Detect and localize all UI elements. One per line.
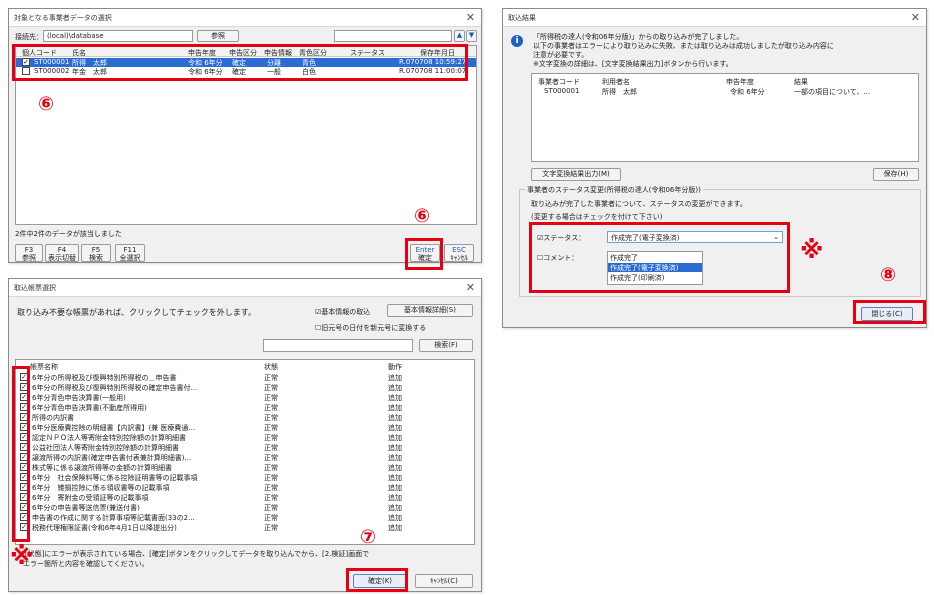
form-list[interactable]: 帳票名称 状態 動作 ✓ 6年分の所得税及び復興特別所得税の＿申告書 正常 追加 ✓ 6年…: [15, 359, 475, 545]
col-header: 利用者名: [602, 78, 630, 86]
table-row[interactable]: ✓ 6年分青色申告決算書(不動産所得用) 正常 追加: [16, 402, 474, 412]
fkey-label: 全選択: [119, 254, 141, 262]
table-row[interactable]: ✓ 6年分の申告書等送信票(兼送付書) 正常 追加: [16, 502, 474, 512]
table-row[interactable]: ✓ 所得の内訳書 正常 追加: [16, 412, 474, 422]
info-icon: i: [511, 35, 523, 47]
fkey-label: 参照: [22, 254, 36, 262]
fkey: F11: [123, 246, 137, 254]
convert-output-label: 文字変換結果出力(M): [542, 170, 610, 178]
window-title: 対象となる事業者データの選択: [14, 14, 112, 22]
fkey-label: 表示切替: [48, 254, 76, 262]
fkey: F3: [24, 246, 34, 254]
basic-detail-button[interactable]: 基本情報詳細(S): [387, 304, 473, 317]
group-label: 事業者のステータス変更(所得税の達人(令和06年分版)): [525, 185, 703, 195]
connection-field[interactable]: (local)\database: [43, 30, 193, 42]
close-icon[interactable]: ✕: [466, 11, 475, 24]
era-convert-checkbox[interactable]: ☐旧元号の日付を新元号に変換する: [315, 323, 426, 333]
f5-search-key[interactable]: F5 検索: [81, 244, 111, 262]
table-row[interactable]: ✓ 譲渡所得の内訳書(確定申告書付表兼計算明細書)... 正常 追加: [16, 452, 474, 462]
f11-select-all-key[interactable]: F11 全選択: [115, 244, 145, 262]
window-titlebar: 取込結果 ✕: [503, 9, 926, 27]
note-line: エラー箇所と内容を確認してください。: [23, 560, 149, 568]
note-line: ※[状態]にエラーが表示されている場合、[確定]ボタンをクリックしてデータを取り…: [19, 550, 370, 558]
result-list[interactable]: 事業者コード 利用者名 申告年度 結果 ST000001 所得 太郎 令和 6年…: [531, 73, 919, 162]
step-badge-8: ⑧: [880, 264, 897, 286]
close-icon[interactable]: ✕: [911, 11, 920, 24]
fkey: F5: [91, 246, 101, 254]
table-row[interactable]: ✓ 株式等に係る譲渡所得等の金額の計算明細書 正常 追加: [16, 462, 474, 472]
table-row[interactable]: ✓ 6年分青色申告決算書(一般用) 正常 追加: [16, 392, 474, 402]
table-row[interactable]: ✓ 認定ＮＰＯ法人等寄附金特別控除額の計算明細書 正常 追加: [16, 432, 474, 442]
save-label: 保存(H): [883, 170, 909, 178]
fkey-label: ｷｬﾝｾﾙ: [450, 254, 468, 262]
window-titlebar: 取込帳票選択 ✕: [9, 279, 481, 297]
highlight-rows: [12, 44, 468, 81]
search-button[interactable]: 検索(F): [419, 339, 473, 352]
f4-toggle-key[interactable]: F4 表示切替: [45, 244, 79, 262]
table-row[interactable]: ✓ 6年分医療費控除の明細書【内訳書】(兼 医療費通... 正常 追加: [16, 422, 474, 432]
convert-output-button[interactable]: 文字変換結果出力(M): [531, 168, 621, 181]
table-row[interactable]: ✓ 公益社団法人等寄附金特別控除額の計算明細書 正常 追加: [16, 442, 474, 452]
group-description: 取り込みが完了した事業者について、ステータスの変更ができます。: [531, 200, 747, 208]
cancel-label: ｷｬﾝｾﾙ(C): [430, 577, 458, 585]
row-action: 追加: [388, 524, 402, 532]
col-header: 事業者コード: [538, 78, 580, 86]
col-header: 申告年度: [726, 78, 754, 86]
step-badge-6: ⑥: [38, 93, 55, 115]
fkey: ESC: [452, 246, 466, 254]
table-row[interactable]: ✓ 6年分の所得税及び復興特別所得税の＿申告書 正常 追加: [16, 372, 474, 382]
table-row[interactable]: ✓ 申告書の作成に関する計算事項等記載書面(33の2... 正常 追加: [16, 512, 474, 522]
fkey-label: 検索: [89, 254, 103, 262]
save-button[interactable]: 保存(H): [873, 168, 919, 181]
row-name: 税務代理権限証書(令和6年4月1日以降提出分): [32, 524, 177, 532]
row-year: 令和 6年分: [730, 88, 765, 96]
window-titlebar: 対象となる事業者データの選択 ✕: [9, 9, 481, 27]
cancel-button[interactable]: ｷｬﾝｾﾙ(C): [415, 574, 473, 588]
fkey: F4: [57, 246, 67, 254]
search-input[interactable]: [334, 30, 452, 42]
basic-detail-label: 基本情報詳細(S): [404, 306, 456, 314]
table-row[interactable]: ✓ 6年分 社会保険料等に係る控除証明書等の記載事項 正常 追加: [16, 472, 474, 482]
table-row[interactable]: ✓ 6年分 雑損控除に係る領収書等の記載事項 正常 追加: [16, 482, 474, 492]
result-count: 2件中2件のデータが該当しました: [15, 230, 122, 238]
highlight-close: [853, 300, 926, 324]
close-icon[interactable]: ✕: [466, 281, 475, 294]
browse-button[interactable]: 参照: [197, 30, 239, 42]
table-row[interactable]: ✓ 税務代理権限証書(令和6年4月1日以降提出分) 正常 追加: [16, 522, 474, 532]
sort-down-button[interactable]: ▼: [466, 30, 477, 42]
highlight-enter: [405, 238, 443, 270]
table-row[interactable]: ✓ 6年分 寄附金の受領証等の記載事項 正常 追加: [16, 492, 474, 502]
search-label: 検索(F): [434, 341, 458, 349]
basic-info-checkbox[interactable]: ☑基本情報の取込: [315, 307, 370, 317]
row-result: 一部の項目について、...: [794, 88, 871, 96]
highlight-status: [529, 222, 790, 293]
sort-up-button[interactable]: ▲: [454, 30, 465, 42]
window-title: 取込結果: [508, 14, 536, 22]
window-title: 取込帳票選択: [14, 284, 56, 292]
note-mark: ※: [10, 542, 34, 570]
step-badge-6: ⑥: [414, 205, 431, 227]
col-header: 帳票名称: [30, 363, 58, 371]
col-header: 結果: [794, 78, 808, 86]
group-note: (変更する場合はチェックを付けて下さい): [531, 213, 663, 221]
connection-value: (local)\database: [47, 32, 104, 40]
note-mark: ※: [800, 236, 824, 264]
import-form-select-window: 取込帳票選択 ✕ 取り込み不要な帳票があれば、クリックしてチェックを外します。 …: [8, 278, 482, 592]
browse-label: 参照: [211, 32, 225, 40]
f3-browse-key[interactable]: F3 参照: [15, 244, 43, 262]
table-row[interactable]: ✓ 6年分の所得税及び復興特別所得税の確定申告書付... 正常 追加: [16, 382, 474, 392]
row-code: ST000001: [544, 87, 580, 95]
esc-cancel-key[interactable]: ESC ｷｬﾝｾﾙ: [444, 244, 474, 262]
connection-label: 接続先：: [15, 33, 43, 41]
step-badge-7: ⑦: [360, 526, 377, 548]
col-header: 動作: [388, 363, 402, 371]
search-input[interactable]: [263, 339, 413, 352]
instruction-text: 取り込み不要な帳票があれば、クリックしてチェックを外します。: [17, 308, 256, 317]
message-line: ※文字変換の詳細は、[文字変換結果出力]ボタンから行います。: [533, 60, 733, 68]
highlight-checkboxes: [12, 366, 30, 542]
highlight-confirm: [346, 568, 408, 592]
row-state: 正常: [264, 524, 278, 532]
col-header: 状態: [264, 363, 278, 371]
row-name: 所得 太郎: [602, 88, 637, 96]
